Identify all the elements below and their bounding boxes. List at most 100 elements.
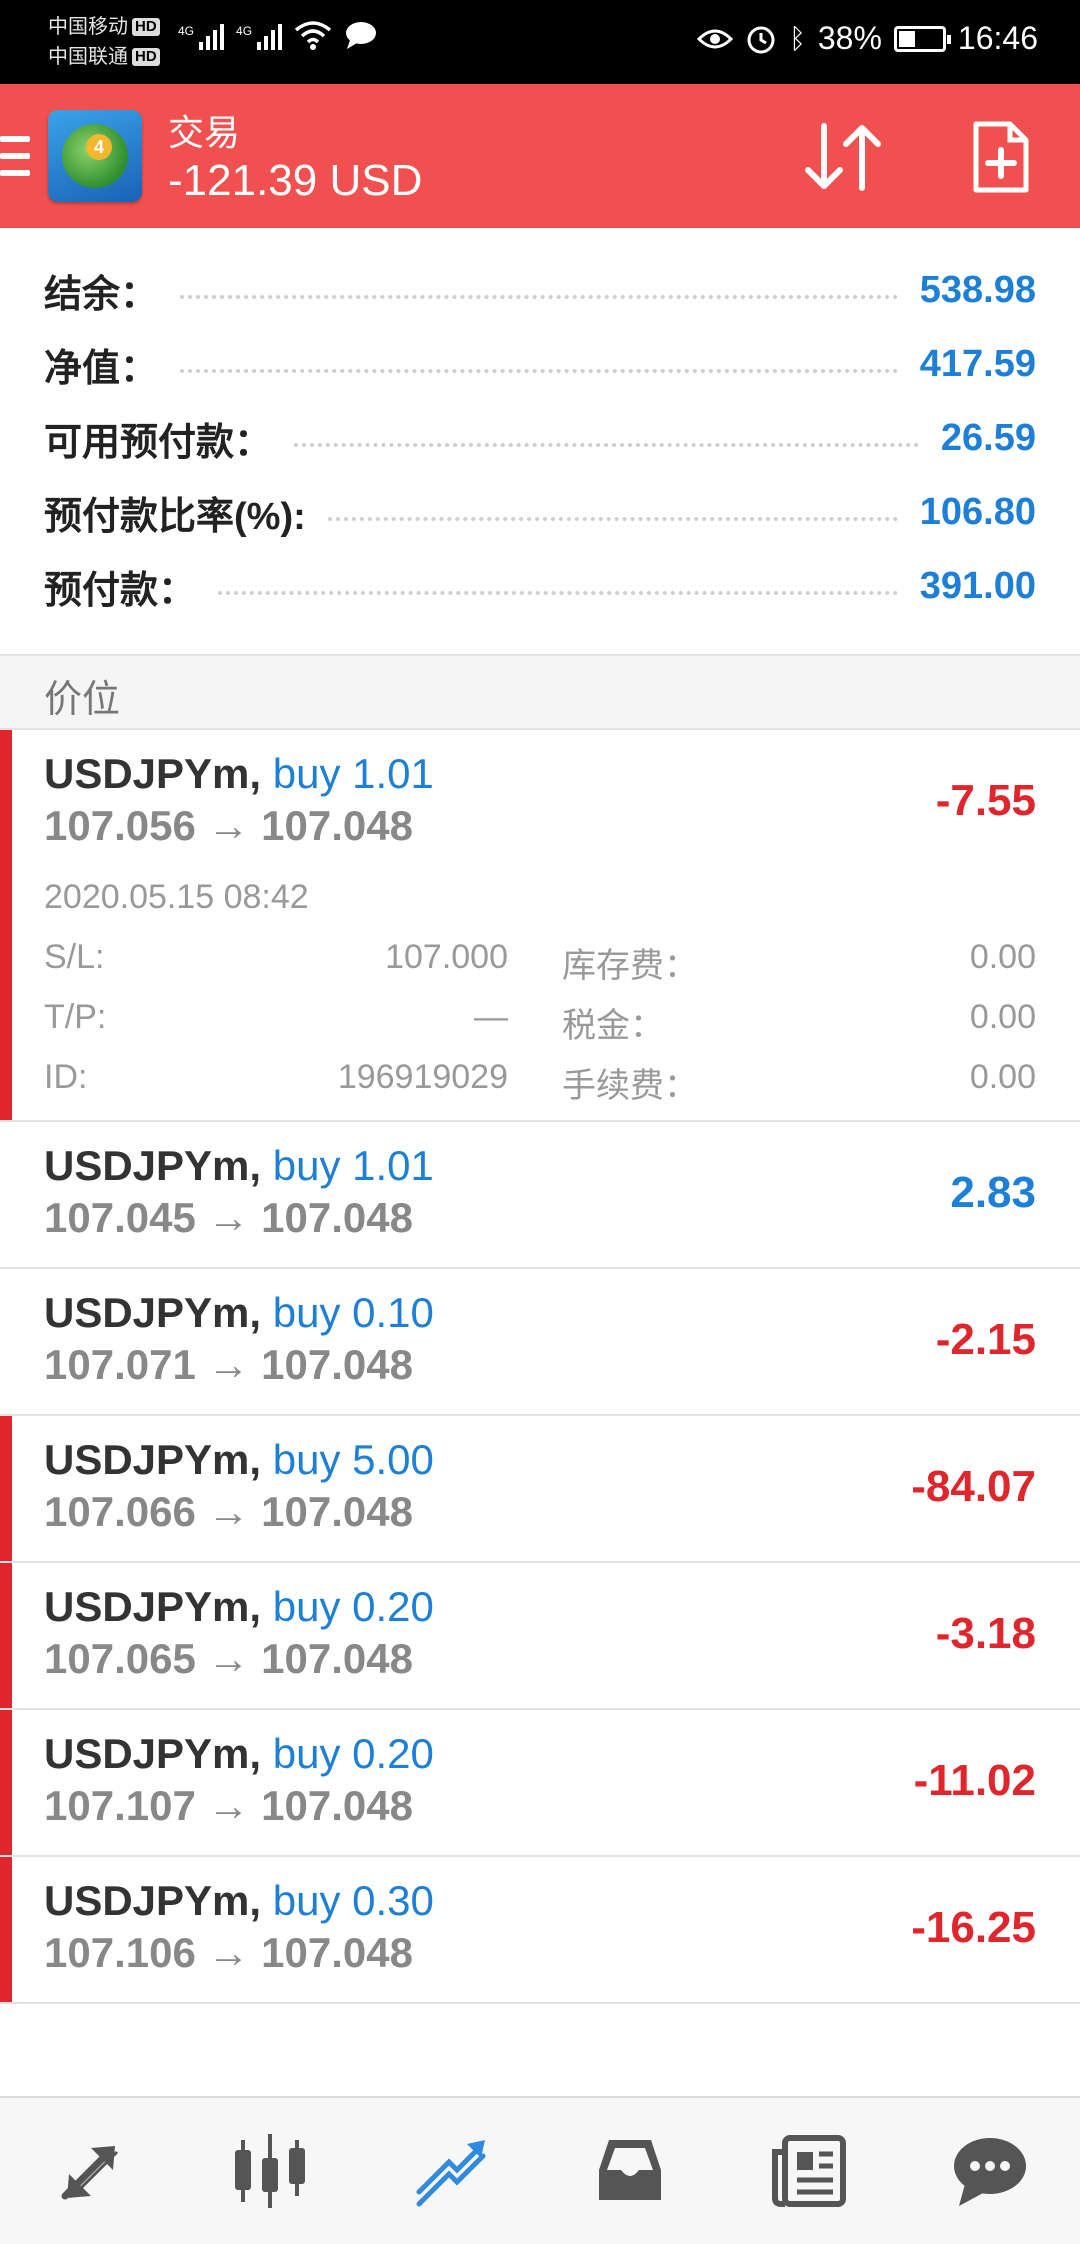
- detail-label: 手续费：: [562, 1067, 698, 1105]
- detail-row-sl: S/L: 107.000 库存费： 0.00: [44, 938, 1036, 988]
- position-profit: -7.55: [935, 776, 1036, 825]
- summary-margin: 预付款： 391.00: [44, 556, 1036, 616]
- loss-indicator: [0, 730, 12, 1120]
- summary-value: 538.98: [919, 268, 1036, 311]
- detail-label: S/L:: [44, 938, 105, 976]
- detail-value: 196919029: [337, 1058, 508, 1096]
- position-prices: 107.056 → 107.048: [44, 802, 413, 849]
- position-type: buy 0.20: [272, 1730, 434, 1777]
- position-type: buy 0.20: [272, 1583, 434, 1630]
- summary-label: 可用预付款：: [44, 421, 273, 464]
- summary-label: 净值：: [44, 347, 159, 390]
- position-row[interactable]: USDJPYm, buy 1.01 107.056 → 107.048 -7.5…: [0, 730, 1080, 1122]
- eye-icon: [697, 29, 734, 48]
- newspaper-icon: [772, 2135, 846, 2207]
- nav-trade[interactable]: [360, 2098, 540, 2244]
- carrier-2-label: 中国联通: [48, 46, 128, 68]
- detail-row-id: ID: 196919029 手续费： 0.00: [44, 1058, 1036, 1108]
- nav-quotes[interactable]: [0, 2098, 180, 2244]
- battery-icon: [893, 25, 951, 52]
- detail-label: ID:: [44, 1058, 88, 1096]
- position-row[interactable]: USDJPYm, buy 1.01 107.045 → 107.048 2.83: [0, 1122, 1080, 1269]
- summary-free-margin: 可用预付款： 26.59: [44, 408, 1036, 468]
- position-type: buy 1.01: [272, 1142, 434, 1189]
- loss-indicator: [0, 1857, 12, 2002]
- position-prices: 107.107 → 107.048: [44, 1782, 413, 1829]
- signal-1-icon: 4G: [178, 24, 225, 50]
- status-bar: 中国移动 HD 中国联通 HD 4G 4G ᛒ 38% 16:46: [0, 0, 1080, 84]
- alarm-icon: [747, 26, 775, 53]
- hd-badge-2: HD: [132, 48, 160, 66]
- summary-value: 26.59: [940, 416, 1036, 459]
- clock: 16:46: [957, 20, 1038, 56]
- position-symbol: USDJPYm,: [44, 1583, 262, 1630]
- nav-history[interactable]: [540, 2098, 720, 2244]
- position-row[interactable]: USDJPYm, buy 0.20 107.065 → 107.048 -3.1…: [0, 1563, 1080, 1710]
- detail-value: 0.00: [969, 1058, 1036, 1096]
- bottom-nav: [0, 2096, 1080, 2244]
- trend-lines-icon: [416, 2140, 486, 2207]
- position-prices: 107.071 → 107.048: [44, 1341, 413, 1388]
- summary-value: 417.59: [919, 342, 1036, 385]
- position-symbol: USDJPYm,: [44, 1289, 262, 1336]
- carrier-info: 中国移动 HD 中国联通 HD: [48, 12, 160, 72]
- detail-value: 0.00: [969, 998, 1036, 1036]
- summary-margin-level: 预付款比率(%): 106.80: [44, 482, 1036, 542]
- summary-value: 106.80: [919, 490, 1036, 533]
- positions-section-header: 价位: [0, 656, 1080, 730]
- position-prices: 107.066 → 107.048: [44, 1488, 413, 1535]
- nav-chart[interactable]: [180, 2098, 360, 2244]
- position-prices: 107.045 → 107.048: [44, 1194, 413, 1241]
- position-type: buy 1.01: [272, 750, 434, 797]
- position-profit: -11.02: [913, 1756, 1036, 1805]
- position-row[interactable]: USDJPYm, buy 5.00 107.066 → 107.048 -84.…: [0, 1416, 1080, 1563]
- detail-value: —: [474, 998, 508, 1036]
- hd-badge-1: HD: [132, 18, 160, 36]
- position-profit: -3.18: [935, 1609, 1036, 1658]
- status-right: ᛒ 38% 16:46: [697, 20, 1038, 57]
- app-logo: 4: [48, 110, 142, 202]
- summary-label: 结余：: [44, 273, 159, 316]
- position-prices: 107.106 → 107.048: [44, 1929, 413, 1976]
- position-symbol: USDJPYm,: [44, 750, 262, 797]
- nav-news[interactable]: [720, 2098, 900, 2244]
- network-1-label: 4G: [178, 24, 195, 38]
- sort-icon[interactable]: [800, 120, 886, 194]
- detail-label: 税金：: [562, 1007, 664, 1045]
- position-symbol: USDJPYm,: [44, 1142, 262, 1189]
- inbox-tray-icon: [599, 2140, 661, 2200]
- position-prices: 107.065 → 107.048: [44, 1635, 413, 1682]
- detail-row-tp: T/P: — 税金： 0.00: [44, 998, 1036, 1048]
- position-profit: 2.83: [950, 1168, 1036, 1217]
- position-type: buy 0.30: [272, 1877, 434, 1924]
- chat-bubble-icon: [954, 2138, 1026, 2206]
- summary-value: 391.00: [919, 564, 1036, 607]
- loss-indicator: [0, 1710, 12, 1855]
- network-2-label: 4G: [236, 24, 253, 38]
- bluetooth-icon: ᛒ: [789, 22, 806, 54]
- position-row[interactable]: USDJPYm, buy 0.30 107.106 → 107.048 -16.…: [0, 1857, 1080, 2004]
- position-profit: -2.15: [935, 1315, 1036, 1364]
- loss-indicator: [0, 1563, 12, 1708]
- app-header: 4 交易 -121.39 USD: [0, 84, 1080, 228]
- loss-indicator: [0, 1416, 12, 1561]
- menu-icon[interactable]: [0, 136, 30, 176]
- position-profit: -84.07: [911, 1462, 1036, 1511]
- nav-chat[interactable]: [900, 2098, 1080, 2244]
- summary-label: 预付款：: [44, 569, 197, 612]
- page-title: 交易: [168, 112, 241, 153]
- signal-group: 4G 4G: [178, 20, 378, 50]
- position-open-time: 2020.05.15 08:42: [44, 878, 309, 916]
- position-row[interactable]: USDJPYm, buy 0.20 107.107 → 107.048 -11.…: [0, 1710, 1080, 1857]
- position-row[interactable]: USDJPYm, buy 0.10 107.071 → 107.048 -2.1…: [0, 1269, 1080, 1416]
- carrier-1-label: 中国移动: [48, 16, 128, 38]
- message-icon: [346, 22, 377, 49]
- account-summary: 结余： 538.98 净值： 417.59 可用预付款： 26.59 预付款比率…: [0, 228, 1080, 656]
- new-order-icon[interactable]: [970, 120, 1032, 194]
- position-symbol: USDJPYm,: [44, 1730, 262, 1777]
- detail-value: 0.00: [969, 938, 1036, 976]
- arrows-diagonal-icon: [61, 2146, 119, 2200]
- positions-list: USDJPYm, buy 1.01 107.056 → 107.048 -7.5…: [0, 730, 1080, 2004]
- battery-percent: 38%: [817, 20, 882, 56]
- summary-equity: 净值： 417.59: [44, 334, 1036, 394]
